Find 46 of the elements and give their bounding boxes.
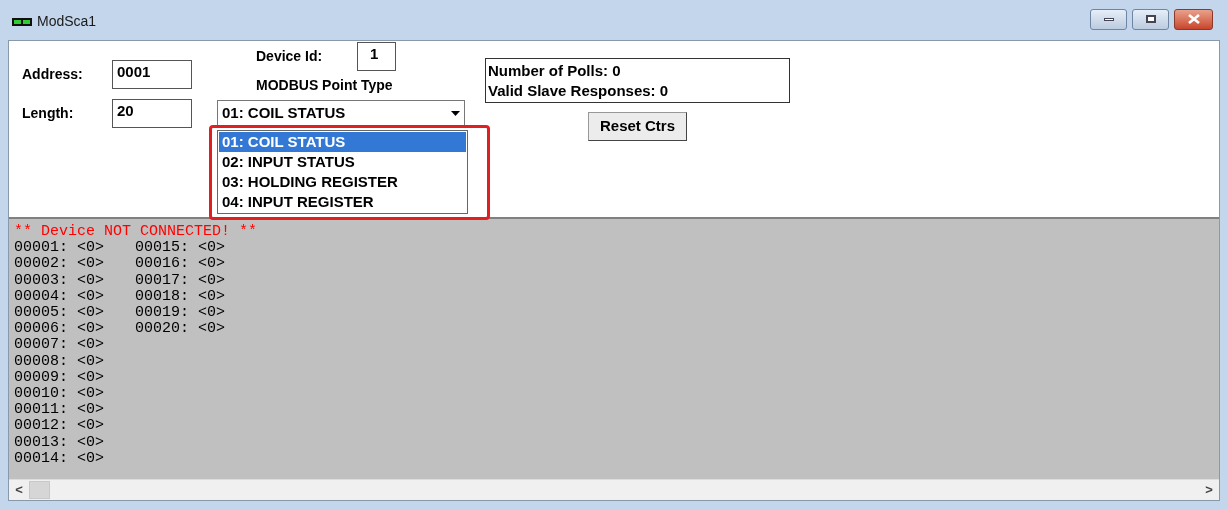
register-value: 00003: <0> [14, 272, 104, 289]
register-value: 00012: <0> [14, 418, 104, 435]
address-field[interactable]: 0001 [112, 60, 192, 89]
register-value: 00002: <0> [14, 256, 104, 273]
register-value: 00013: <0> [14, 434, 104, 451]
address-label: Address: [22, 65, 84, 84]
window-icon [12, 18, 32, 26]
scroll-right-button[interactable]: > [1199, 480, 1219, 500]
minimize-button[interactable] [1090, 8, 1127, 30]
point-type-label: MODBUS Point Type [256, 76, 394, 95]
reset-button[interactable]: Reset Ctrs [588, 112, 687, 141]
caret-icon [450, 111, 460, 116]
register-value: 00017: <0> [135, 272, 225, 289]
device-id-label: Device Id: [256, 47, 324, 66]
window-title: ModSca1 [37, 12, 97, 31]
register-value: 00008: <0> [14, 353, 104, 370]
close-button[interactable] [1174, 8, 1213, 30]
dropdown-option[interactable]: 01: COIL STATUS [219, 132, 466, 152]
dropdown-option[interactable]: 02: INPUT STATUS [219, 152, 466, 172]
register-value: 00016: <0> [135, 256, 225, 273]
register-value: 00018: <0> [135, 288, 225, 305]
register-value: 00019: <0> [135, 305, 225, 322]
close-icon [1187, 14, 1200, 24]
register-value: 00010: <0> [14, 386, 104, 403]
register-value: 00020: <0> [135, 321, 225, 338]
register-value: 00011: <0> [14, 402, 104, 419]
maximize-button[interactable] [1132, 8, 1169, 30]
dropdown-option[interactable]: 03: HOLDING REGISTER [219, 172, 466, 192]
status-message: ** Device NOT CONNECTED! ** [14, 224, 258, 241]
register-value: 00005: <0> [14, 305, 104, 322]
register-value: 00001: <0> [14, 240, 104, 257]
counter-text: Number of Polls: 0 [488, 61, 622, 81]
length-field[interactable]: 20 [112, 99, 192, 128]
register-value: 00014: <0> [14, 450, 104, 468]
register-value: 00009: <0> [14, 369, 104, 387]
counter-text: Valid Slave Responses: 0 [488, 81, 670, 101]
scrollbar-thumb[interactable] [29, 481, 50, 499]
register-value: 00004: <0> [14, 288, 104, 305]
register-value: 00006: <0> [14, 321, 104, 338]
register-value: 00007: <0> [14, 337, 104, 354]
register-value: 00015: <0> [135, 240, 225, 257]
scroll-left-button[interactable]: < [9, 480, 29, 500]
point-type-dropdown[interactable]: 01: COIL STATUS [217, 100, 465, 127]
length-label: Length: [22, 104, 75, 123]
dropdown-option[interactable]: 04: INPUT REGISTER [219, 192, 466, 212]
device-id-field[interactable]: 1 [357, 42, 396, 71]
